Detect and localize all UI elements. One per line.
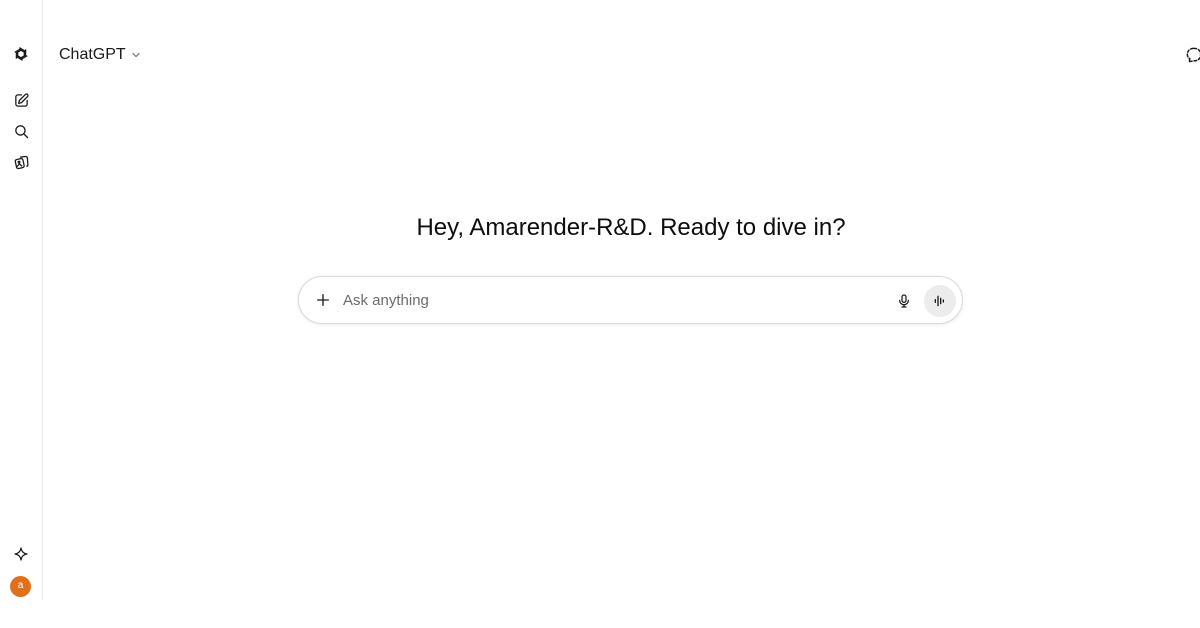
search-icon <box>14 124 28 138</box>
temporary-chat-button[interactable] <box>1184 43 1200 67</box>
voice-mode-button[interactable] <box>924 285 956 317</box>
library-button[interactable] <box>6 147 36 177</box>
model-name: ChatGPT <box>59 46 126 63</box>
sidebar-rail: a <box>0 0 43 600</box>
new-chat-button[interactable] <box>6 85 36 115</box>
openai-logo-icon <box>14 47 28 61</box>
openai-logo-button[interactable] <box>6 39 36 69</box>
search-chats-button[interactable] <box>6 116 36 146</box>
microphone-icon <box>899 294 909 308</box>
chevron-down-icon <box>132 52 140 58</box>
prompt-composer <box>298 276 963 324</box>
upgrade-button[interactable] <box>6 539 36 569</box>
sparkle-icon <box>14 547 28 561</box>
new-chat-icon <box>14 92 29 107</box>
greeting-heading: Hey, Amarender-R&D. Ready to dive in? <box>416 214 846 241</box>
plus-icon <box>317 294 329 306</box>
dictate-button[interactable] <box>891 288 917 314</box>
prompt-input[interactable] <box>343 287 883 313</box>
model-selector[interactable]: ChatGPT <box>52 40 149 70</box>
temporary-chat-icon <box>1186 47 1200 63</box>
voice-waveform-icon <box>934 295 944 307</box>
user-avatar[interactable]: a <box>10 576 31 597</box>
chatgpt-app: a ChatGPT Hey, Amarender-R&D. Ready to d… <box>0 0 1200 628</box>
library-icon <box>14 155 29 169</box>
add-attachment-button[interactable] <box>310 287 336 313</box>
